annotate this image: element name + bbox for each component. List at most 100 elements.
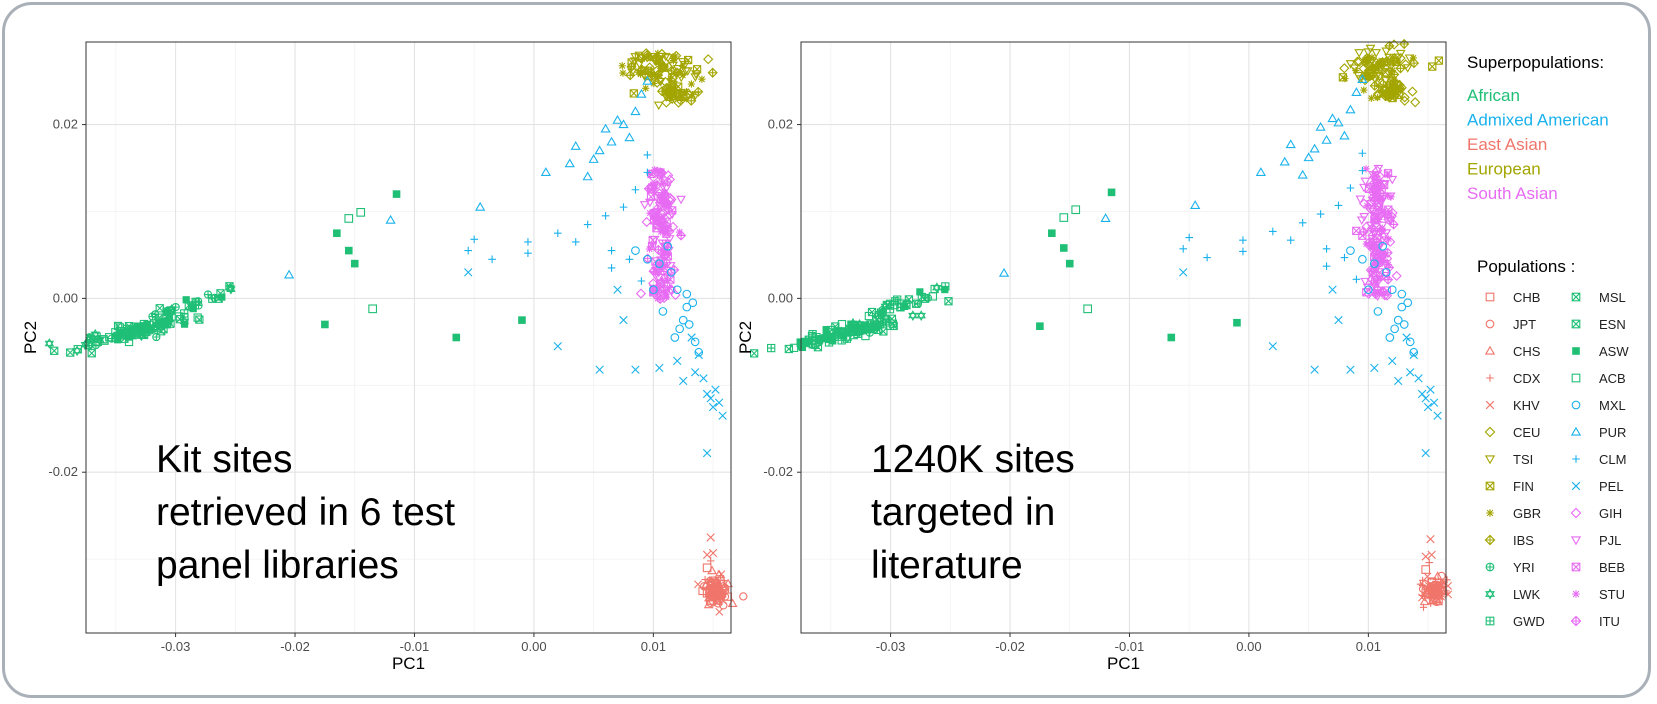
y-axis-title: PC2 [21,321,40,354]
legend-key-beb [1571,562,1581,572]
legend-key-asw [1572,347,1580,355]
superpop-legend-item: East Asian [1467,135,1547,154]
x-tick-label: 0.00 [1236,639,1261,654]
point-yri [831,332,840,342]
point-yri [188,303,197,312]
superpop-legend-item: African [1467,86,1520,105]
point-esn [66,348,75,357]
annotation-line: 1240K sites [871,438,1075,481]
point-gwd [767,343,776,353]
legend-key-fin [1485,481,1495,491]
point-gbr [687,80,696,88]
point-asw [333,229,341,238]
pop-legend-label: CHB [1513,290,1540,305]
legend-key-itu [1570,615,1582,627]
point-esn [50,346,59,355]
x-tick-label: 0.00 [521,639,546,654]
pop-legend-label: CDX [1513,371,1541,386]
point-asw [1107,188,1116,197]
pop-legend-label: CLM [1599,452,1626,467]
pop-legend-label: GWD [1513,614,1545,629]
annotation-line: targeted in [871,491,1055,534]
superpop-legend-item: Admixed American [1467,111,1609,130]
legend-key-pel [1571,481,1581,491]
legend-key-gbr [1486,509,1494,517]
point-asw [1233,318,1241,327]
y-tick-label: -0.02 [763,464,793,479]
legend-key-mxl [1571,400,1581,410]
pop-legend-label: GBR [1513,506,1541,521]
pca-panel-1240k-sites: -0.03 -0.02 -0.01 0.00 0.01 -0.02 0.00 0.02 PC1 P… [736,38,1453,673]
legend-key-lwk [1485,588,1495,600]
legend-key-chb [1485,292,1495,302]
legend-key-msl [1571,292,1581,302]
point-stu [652,213,660,222]
annotation-line: retrieved in 6 test [156,491,455,534]
pop-legend-label: ACB [1599,371,1626,386]
pca-panel-kit-sites: -0.03 -0.02 -0.01 0.00 0.01 -0.02 0.00 0.02 PC1 P… [21,41,748,673]
pop-legend-label: PUR [1599,425,1626,440]
point-gbr [619,69,627,77]
legend-key-pur [1570,426,1582,436]
point-asw [392,190,401,198]
y-tick-label: -0.02 [48,464,78,479]
pop-legend-label: BEB [1599,560,1625,575]
superpop-legend-item: European [1467,160,1541,179]
y-axis-title: PC2 [736,321,755,354]
x-tick-label: -0.02 [280,639,310,654]
x-axis-title: PC1 [1107,654,1140,673]
point-asw [1036,322,1044,331]
point-gbr [1363,54,1371,62]
pop-legend-label: GIH [1599,506,1622,521]
pop-legend-label: ESN [1599,317,1626,332]
point-jpt [739,592,748,601]
legend-key-khv [1485,400,1495,410]
x-tick-label: -0.03 [876,639,906,654]
point-asw [1048,229,1056,238]
legend-key-stu [1572,590,1580,598]
y-tick-label: 0.00 [53,290,78,305]
y-tick-label: 0.02 [53,117,78,132]
superpop-legend-item: South Asian [1467,184,1558,203]
point-asw [1059,244,1068,252]
point-asw [350,259,359,268]
point-asw [321,320,329,329]
pop-legend-label: MXL [1599,398,1626,413]
legend-key-ceu [1484,426,1496,438]
point-stu [661,287,670,295]
pop-legend-label: FIN [1513,479,1534,494]
x-tick-label: 0.01 [641,639,666,654]
point-yri [163,307,172,316]
legend-key-esn [1571,319,1581,329]
pop-legend-label: IBS [1513,533,1534,548]
legend-key-pjl [1570,536,1582,546]
legend-key-clm [1572,455,1580,463]
point-asw [941,285,949,294]
legend: Superpopulations: African Admixed American… [1467,53,1629,629]
pop-legend-label: PJL [1599,533,1621,548]
point-asw [518,316,526,324]
point-yri [822,332,831,341]
point-yri [84,341,94,350]
point-asw [1167,333,1176,342]
point-asw [878,310,886,318]
legend-key-chs [1484,345,1496,355]
pca-figure: -0.03 -0.02 -0.01 0.00 0.01 -0.02 0.00 0.02 PC1 P… [21,38,1629,673]
pop-legend-label: ITU [1599,614,1620,629]
point-gbr [1409,54,1417,62]
point-asw [869,322,878,330]
point-asw [180,320,189,328]
annotation-line: literature [871,544,1023,587]
x-tick-label: -0.01 [1115,639,1145,654]
point-yri [203,290,213,299]
x-tick-label: -0.01 [400,639,430,654]
point-stu [676,228,684,236]
point-gbr [666,75,675,83]
x-axis-title: PC1 [392,654,425,673]
legend-key-cdx [1486,374,1494,382]
pop-legend-label: PEL [1599,479,1624,494]
legend-key-gwd [1485,616,1495,626]
pop-legend-label: CHS [1513,344,1541,359]
x-tick-label: 0.01 [1356,639,1381,654]
point-gbr [1360,86,1368,94]
